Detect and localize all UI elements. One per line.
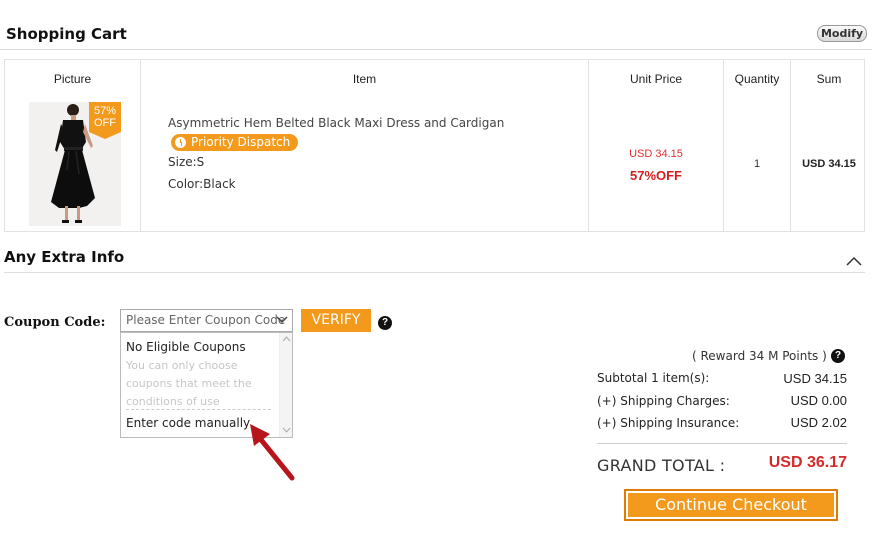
summary-divider — [597, 443, 847, 444]
shipping-insurance-value: USD 2.02 — [790, 415, 847, 430]
shipping-insurance-label: (+) Shipping Insurance: — [597, 416, 740, 430]
row-sum: USD 34.15 — [802, 158, 856, 170]
subtotal-label: Subtotal 1 item(s): — [597, 371, 710, 385]
continue-checkout-button[interactable]: Continue Checkout — [624, 489, 838, 521]
unit-price: USD 34.15 — [629, 148, 683, 160]
column-header-quantity: Quantity — [734, 72, 780, 86]
badge-off: OFF — [94, 117, 116, 129]
column-header-sum: Sum — [816, 72, 842, 86]
shipping-charges-value: USD 0.00 — [790, 393, 847, 408]
item-color: Color:Black — [168, 177, 236, 191]
no-eligible-coupons-option: No Eligible Coupons — [126, 340, 246, 354]
column-header-picture: Picture — [53, 72, 92, 86]
modify-button[interactable]: Modify — [817, 25, 867, 42]
reward-points: ( Reward 34 M Points ) — [692, 349, 827, 363]
chevron-down-icon[interactable] — [275, 316, 289, 324]
discount-text: 57%OFF — [629, 168, 682, 183]
discount-badge: 57% OFF — [89, 102, 121, 132]
coupon-code-select[interactable]: Please Enter Coupon Code — [120, 309, 293, 332]
product-image[interactable]: 57% OFF — [29, 102, 121, 226]
subtotal-value: USD 34.15 — [783, 371, 847, 386]
grand-total-label: GRAND TOTAL : — [597, 456, 726, 475]
item-size: Size:S — [168, 155, 205, 169]
help-icon[interactable]: ? — [831, 349, 845, 363]
verify-button[interactable]: VERIFY — [301, 309, 371, 332]
badge-tip — [89, 132, 121, 139]
enter-code-manually-option[interactable]: Enter code manually — [126, 416, 250, 430]
badge-percent: 57% — [93, 105, 117, 117]
cart-table: Picture Item Unit Price Quantity Sum 57%… — [4, 59, 865, 232]
chevron-up-icon[interactable] — [845, 255, 863, 267]
coupon-hint-text: You can only choose coupons that meet th… — [126, 359, 252, 408]
clock-icon — [175, 137, 186, 148]
coupon-code-label: Coupon Code: — [4, 315, 106, 330]
help-icon[interactable]: ? — [378, 316, 392, 330]
red-arrow-icon — [250, 424, 295, 481]
extra-info-title: Any Extra Info — [4, 248, 125, 266]
extra-info-divider — [4, 272, 865, 273]
dropdown-separator — [126, 409, 271, 410]
product-name-link[interactable]: Asymmetric Hem Belted Black Maxi Dress a… — [168, 116, 504, 130]
grand-total-value: USD 36.17 — [768, 454, 847, 471]
header-divider — [0, 49, 872, 50]
shipping-charges-label: (+) Shipping Charges: — [597, 394, 730, 408]
dispatch-label: Priority Dispatch — [191, 135, 291, 149]
column-header-item: Item — [352, 72, 377, 86]
column-header-unit-price: Unit Price — [629, 72, 682, 86]
priority-dispatch-badge: Priority Dispatch — [171, 134, 299, 151]
quantity-value: 1 — [753, 158, 761, 170]
page-title: Shopping Cart — [6, 25, 127, 43]
